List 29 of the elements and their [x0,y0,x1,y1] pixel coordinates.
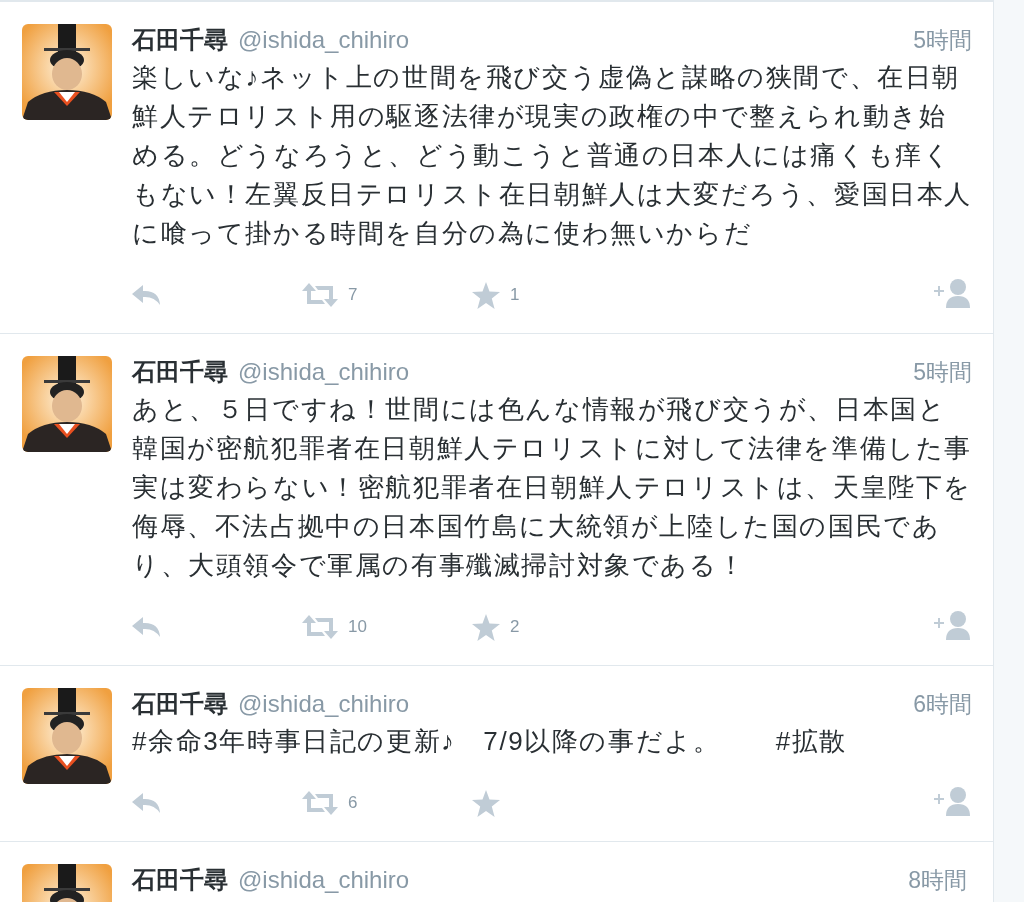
star-icon[interactable] [472,281,500,309]
reply-icon[interactable] [132,284,162,306]
retweet-count: 6 [348,793,358,813]
user-handle[interactable]: @ishida_chihiro [238,26,410,54]
user-handle[interactable]: @ishida_chihiro [238,866,410,894]
favorite-count: 2 [510,617,520,637]
retweet-icon[interactable] [302,791,338,815]
tweet-time[interactable]: 5時間 [913,357,972,388]
retweet-icon[interactable] [302,615,338,639]
tweet-text: あと、５日ですね！世間には色んな情報が飛び交うが、日本国と韓国が密航犯罪者在日朝鮮人テロリストに対して法律を準備した事実は変わらない！密航犯罪者在日朝鮮人テロリストは、天皇陛下を侮辱、不法占拠中の日本国竹島に大統領が上陸した国の国民であり、大頭領令で軍属の有事殲滅掃討対象である！ [132,393,972,582]
retweet-count: 10 [348,617,367,637]
tweet-time[interactable]: 8時間 [908,865,967,896]
tweet-time[interactable]: 6時間 [913,689,972,720]
tweet-text: #余命3年時事日記の更新♪ 7/9以降の事だよ。 #拡散 [132,725,848,758]
user-name[interactable]: 石田千尋 [132,688,228,720]
user-name[interactable]: 石田千尋 [132,864,228,896]
retweet-icon[interactable] [302,283,338,307]
user-name[interactable]: 石田千尋 [132,356,228,388]
star-icon[interactable] [472,789,500,817]
user-handle[interactable]: @ishida_chihiro [238,358,410,386]
tweet-text: 楽しいな♪ネット上の世間を飛び交う虚偽と謀略の狭間で、在日朝鮮人テロリスト用の駆逐法律が現実の政権の中で整えられ動き始める。どうなろうと、どう動こうと普通の日本人には痛くも痒くもない！左翼反日テロリスト在日朝鮮人は大変だろう、愛国日本人に喰って掛かる時間を自分の為に使わ無いからだ [132,61,972,250]
user-handle[interactable]: @ishida_chihiro [238,690,410,718]
tweet-time[interactable]: 5時間 [913,25,972,56]
favorite-count: 1 [510,285,520,305]
reply-icon[interactable] [132,616,162,638]
user-name[interactable]: 石田千尋 [132,24,228,56]
star-icon[interactable] [472,613,500,641]
retweet-count: 7 [348,285,358,305]
reply-icon[interactable] [132,792,162,814]
